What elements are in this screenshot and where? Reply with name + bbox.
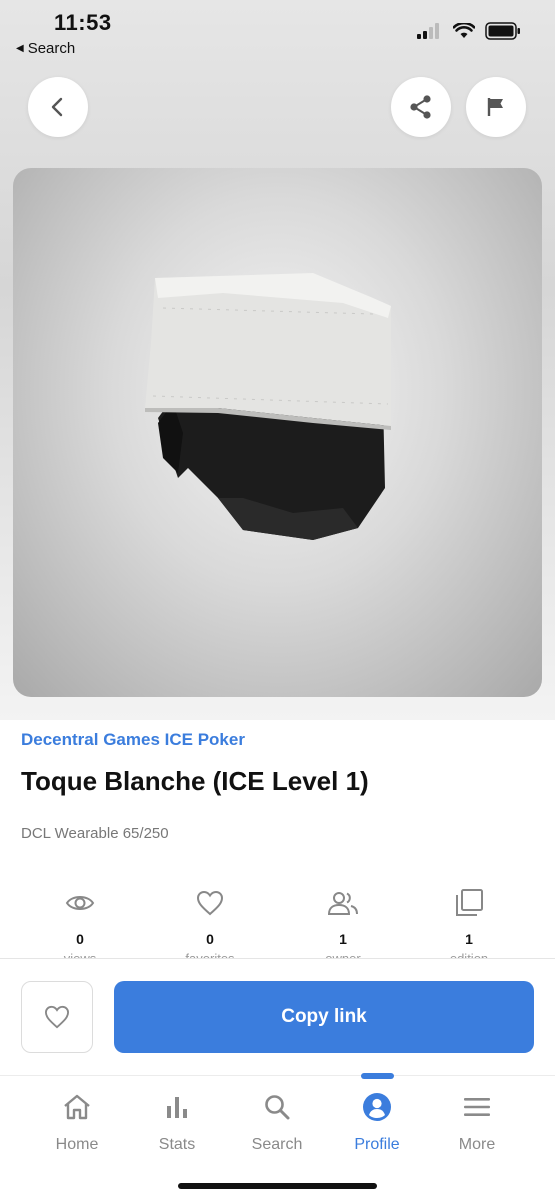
- chevron-left-icon: [51, 97, 63, 117]
- users-icon: [327, 892, 358, 915]
- tab-more[interactable]: More: [432, 1090, 522, 1154]
- tab-profile-label: Profile: [354, 1136, 400, 1153]
- status-icons: [417, 22, 521, 40]
- item-stats: 0 views 0 favorites 1 owner 1 edition: [0, 885, 555, 960]
- copy-icon: [456, 889, 483, 916]
- search-icon: [265, 1095, 290, 1120]
- back-triangle-icon: ◀: [16, 43, 24, 54]
- item-subtitle: DCL Wearable 65/250: [21, 825, 169, 842]
- item-title: Toque Blanche (ICE Level 1): [21, 766, 369, 796]
- heart-icon: [196, 890, 224, 916]
- tab-home-label: Home: [55, 1136, 99, 1153]
- profile-icon: [363, 1093, 391, 1121]
- stat-favorites-value: 0: [206, 931, 214, 947]
- toque-hat-image: [145, 273, 391, 540]
- stat-owner-value: 1: [339, 931, 347, 947]
- tab-more-label: More: [458, 1136, 496, 1153]
- stat-views-value: 0: [76, 931, 84, 947]
- tab-stats[interactable]: Stats: [132, 1090, 222, 1154]
- share-button[interactable]: [391, 77, 451, 137]
- tab-search-label: Search: [251, 1136, 303, 1153]
- battery-icon: [485, 22, 520, 40]
- tab-bar: Home Stats Search Profile More: [0, 1073, 555, 1200]
- report-button[interactable]: [466, 77, 526, 137]
- stat-owner: 1 owner: [303, 885, 383, 960]
- share-icon: [410, 95, 431, 119]
- stat-edition-value: 1: [465, 931, 473, 947]
- tab-home[interactable]: Home: [32, 1090, 122, 1154]
- home-icon: [64, 1094, 90, 1120]
- menu-icon: [464, 1098, 490, 1116]
- item-info: Decentral Games ICE Poker Toque Blanche …: [21, 730, 541, 842]
- wifi-icon: [453, 23, 475, 38]
- heart-outline-icon: [44, 1005, 70, 1029]
- tab-stats-label: Stats: [158, 1136, 196, 1153]
- tab-search[interactable]: Search: [232, 1090, 322, 1154]
- stat-favorites: 0 favorites: [170, 885, 250, 960]
- copy-link-button[interactable]: Copy link: [114, 981, 534, 1053]
- action-bar: Copy link: [0, 958, 555, 1076]
- status-bar: 11:53 ◀ Search: [0, 0, 555, 70]
- eye-icon: [65, 896, 95, 910]
- back-to-app-label: Search: [27, 40, 76, 57]
- active-tab-indicator: [361, 1073, 394, 1079]
- back-button[interactable]: [28, 77, 88, 137]
- stat-views: 0 views: [40, 885, 120, 960]
- collection-link[interactable]: Decentral Games ICE Poker: [21, 730, 541, 750]
- stat-edition: 1 edition: [429, 885, 509, 960]
- tab-profile[interactable]: Profile: [332, 1090, 422, 1154]
- home-indicator[interactable]: [178, 1183, 377, 1189]
- back-to-app-link[interactable]: ◀ Search: [16, 40, 75, 57]
- status-time: 11:53: [54, 10, 112, 35]
- bar-chart-icon: [167, 1097, 187, 1118]
- favorite-button[interactable]: [21, 981, 93, 1053]
- cellular-signal-icon: [417, 23, 439, 39]
- flag-icon: [487, 98, 503, 116]
- item-preview[interactable]: [13, 168, 542, 697]
